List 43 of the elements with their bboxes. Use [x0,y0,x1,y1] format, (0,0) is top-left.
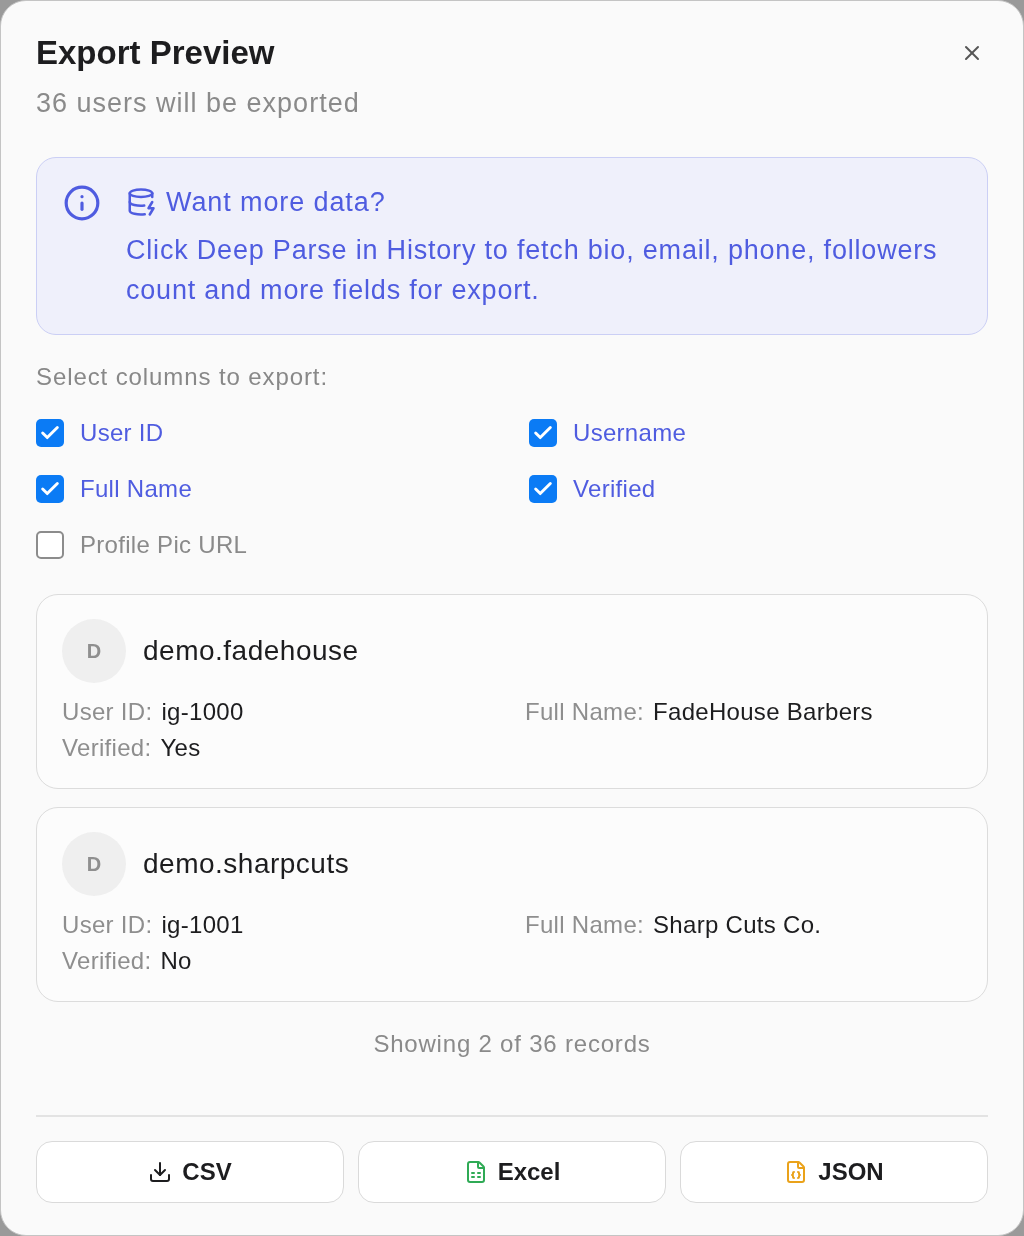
info-icon [63,184,101,222]
avatar: D [62,619,126,683]
column-label: Full Name [80,474,193,504]
field-value: Yes [160,734,201,762]
field-label: Verified: [62,947,152,975]
dialog-title: Export Preview [36,33,276,73]
column-label: User ID [80,418,164,448]
column-checkbox[interactable]: Username [529,413,988,453]
column-label: Profile Pic URL [80,530,248,560]
records-count: Showing 2 of 36 records [372,1029,652,1059]
export-button[interactable]: CSV [36,1141,344,1203]
username: demo.sharpcuts [143,847,350,881]
export-button[interactable]: JSON [680,1141,988,1203]
field-label: User ID: [62,911,153,939]
export-button[interactable]: Excel [358,1141,666,1203]
column-label: Username [573,418,687,448]
columns-label: Select columns to export: [36,362,329,392]
field-value: ig-1000 [161,698,244,726]
checkbox[interactable] [529,475,557,503]
field-label: User ID: [62,698,153,726]
banner-text: Click Deep Parse in History to fetch bio, email, phone, followers count and more fields for export. [126,234,939,307]
column-label: Verified [573,474,656,504]
field-value: ig-1001 [161,911,244,939]
field-value: Sharp Cuts Co. [653,911,822,939]
checkbox[interactable] [529,419,557,447]
database-icon [126,187,156,217]
checkbox[interactable] [36,419,64,447]
checkbox[interactable] [36,475,64,503]
dialog-subtitle: 36 users will be exported [36,87,360,120]
field-label: Full Name: [525,911,645,939]
field-label: Full Name: [525,698,645,726]
field-label: Verified: [62,734,152,762]
column-checkbox[interactable]: User ID [36,413,529,453]
column-checkbox[interactable]: Verified [529,469,988,509]
column-checkbox[interactable]: Profile Pic URL [36,525,529,565]
column-checkbox[interactable]: Full Name [36,469,529,509]
banner-heading: Want more data? [166,186,386,219]
field-value: FadeHouse Barbers [653,698,873,726]
download-icon [148,1160,173,1184]
avatar: D [62,832,126,896]
username: demo.fadehouse [143,634,359,668]
checkbox[interactable] [36,531,64,559]
field-value: No [160,947,192,975]
